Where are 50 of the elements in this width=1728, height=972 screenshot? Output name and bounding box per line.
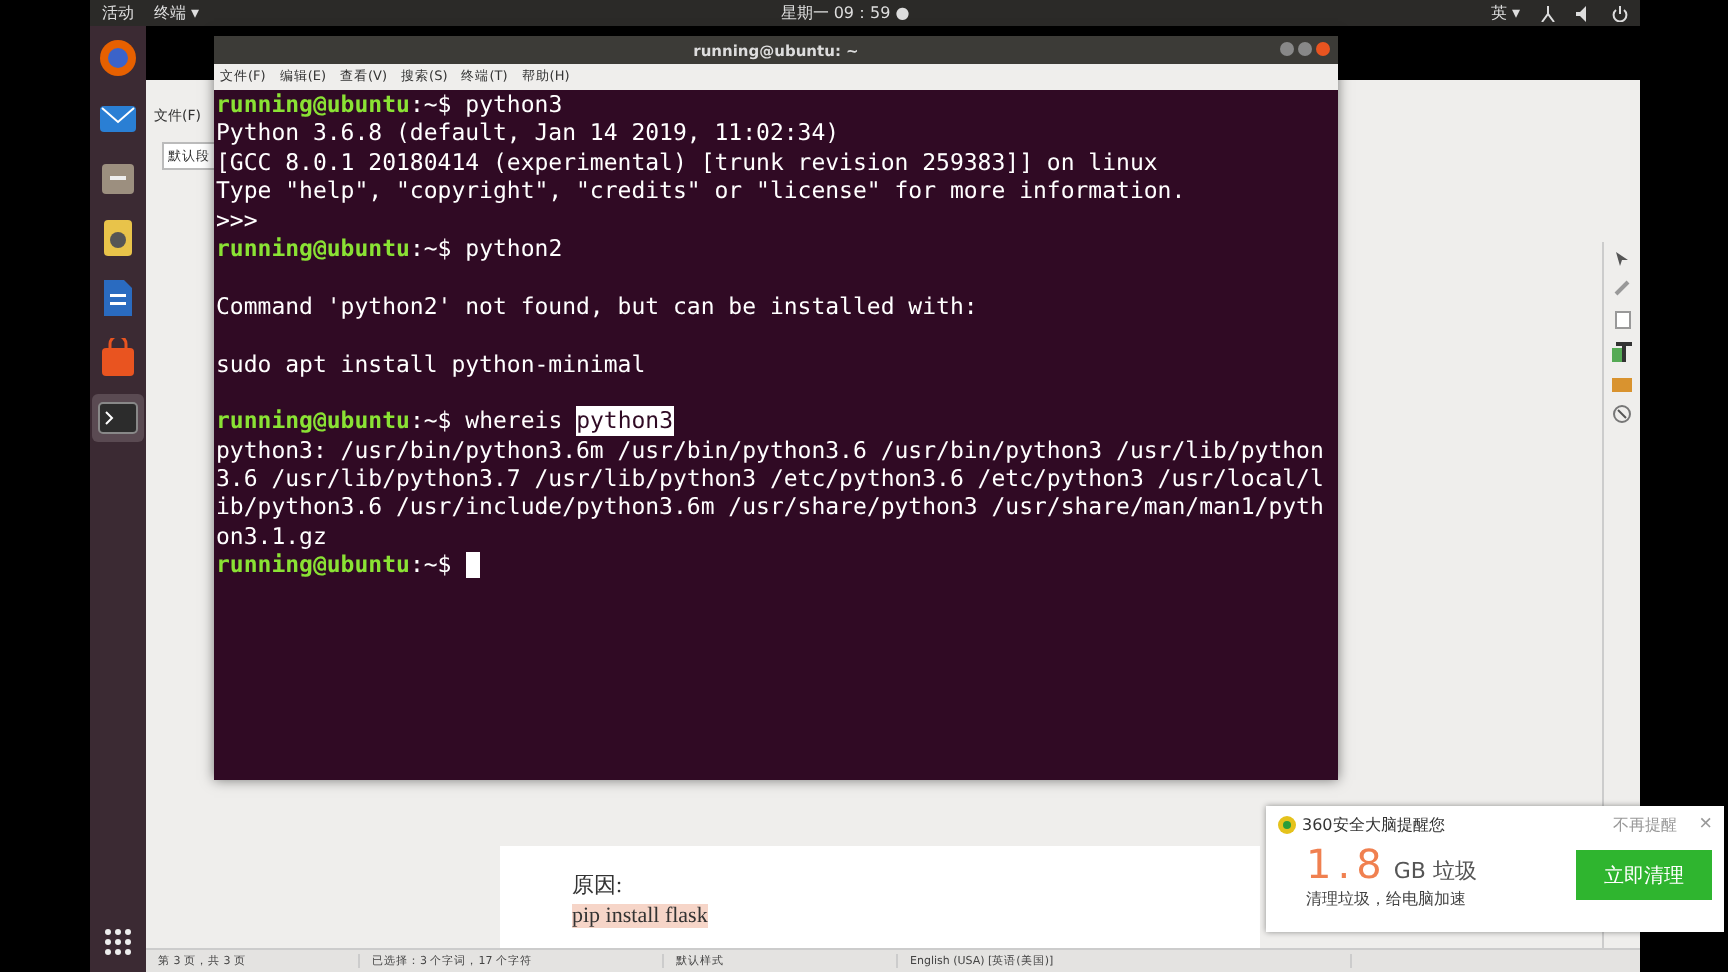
command-text: python2 [465, 233, 563, 263]
output-text: python3: /usr/bin/python3.6m /usr/bin/python3.6 /usr/bin/python3 /usr/lib/python [216, 435, 1324, 465]
prompt-user: running@ubuntu [216, 406, 410, 436]
output-text: Command 'python2' not found, but can be installed with: [216, 291, 978, 321]
input-method-menu[interactable]: 英 ▾ [1490, 2, 1520, 24]
prompt-path: :~$ [409, 406, 452, 436]
command-text: python3 [465, 90, 563, 119]
junk-amount: 1.8 [1306, 840, 1388, 888]
minimize-button[interactable] [1280, 42, 1294, 56]
terminal-icon [98, 402, 138, 434]
speaker-icon [102, 218, 134, 258]
prompt-user: running@ubuntu [216, 90, 410, 119]
output-text: [GCC 8.0.1 20180414 (experimental) [trunk revision 259383]] on linux [216, 147, 1158, 177]
clock[interactable]: 星期一 09：59 ● [780, 2, 910, 24]
maximize-button[interactable] [1298, 42, 1312, 56]
power-icon[interactable] [1612, 5, 1628, 21]
output-text: Python 3.6.8 (default, Jan 14 2019, 11:02:34) [216, 118, 840, 148]
prompt-path: :~$ [409, 90, 452, 119]
drawer-icon [100, 160, 136, 196]
junk-unit: GB 垃圾 [1393, 856, 1477, 886]
command-text: whereis [465, 406, 563, 436]
prompt-user: running@ubuntu [216, 233, 410, 263]
document-icon [102, 278, 134, 318]
output-text: 3.6 /usr/lib/python3.7 /usr/lib/python3 /etc/python3.6 /etc/python3 /usr/local/l [216, 464, 1324, 493]
app-grid-icon[interactable] [104, 928, 132, 956]
command-text: python3 [576, 406, 674, 436]
globe-icon [98, 38, 138, 78]
activities-button[interactable]: 活动 [102, 2, 134, 24]
prompt-user: running@ubuntu [216, 550, 410, 580]
prompt-path: :~$ [409, 233, 452, 263]
page-icon[interactable] [1613, 310, 1631, 330]
prompt-path: :~$ [409, 550, 452, 580]
shopping-bag-icon [100, 338, 136, 378]
output-text: ib/python3.6 /usr/include/python3.6m /usr/share/python3 /usr/share/man/man1/pyth [216, 492, 1324, 522]
network-icon[interactable] [1540, 5, 1556, 21]
text-style-icon[interactable] [1612, 342, 1632, 362]
text-cursor [465, 552, 480, 579]
pointer-icon[interactable] [1614, 250, 1630, 266]
output-text: sudo apt install python-minimal [216, 349, 646, 378]
output-text: on3.1.gz [216, 521, 327, 551]
output-text: >>> [216, 205, 258, 234]
output-text: Type "help", "copyright", "credits" or "license" for more information. [216, 176, 1186, 206]
app-menu[interactable]: 终端 ▾ [154, 2, 200, 24]
envelope-icon [98, 100, 138, 136]
close-button[interactable] [1316, 42, 1330, 56]
speaker-icon[interactable] [1576, 5, 1592, 21]
document-text: 原因: [572, 872, 623, 900]
notification-message: 清理垃圾，给电脑加速 [1306, 888, 1468, 910]
document-text: pip install flask [572, 904, 708, 928]
notification-title: 360安全大脑提醒您 [1302, 814, 1445, 836]
